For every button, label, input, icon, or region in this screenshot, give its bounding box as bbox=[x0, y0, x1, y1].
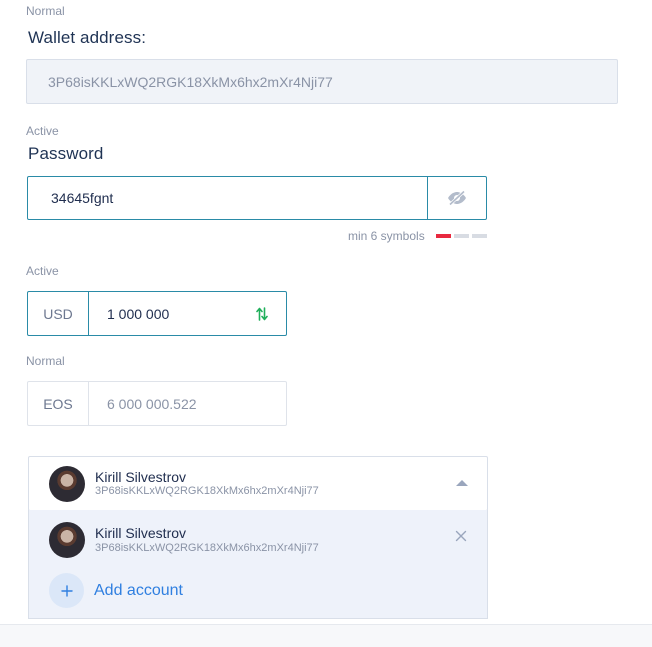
eye-off-icon bbox=[448, 190, 466, 206]
selected-account-name: Kirill Silvestrov bbox=[95, 468, 187, 485]
password-input[interactable] bbox=[28, 177, 427, 219]
usd-amount-value: 1 000 000 bbox=[107, 305, 170, 322]
add-account-button[interactable]: Add account bbox=[49, 573, 183, 608]
account-option-name: Kirill Silvestrov bbox=[95, 525, 187, 541]
password-state-label: Active bbox=[26, 124, 59, 138]
close-icon[interactable] bbox=[455, 530, 467, 542]
eos-amount-value: 6 000 000.522 bbox=[107, 395, 197, 412]
wallet-address-field[interactable]: 3P68isKKLxWQ2RGK18XkMx6hx2mXr4Nji77 bbox=[26, 59, 618, 104]
password-field bbox=[27, 176, 487, 220]
password-label: Password bbox=[28, 144, 104, 163]
usd-state-label: Active bbox=[26, 264, 59, 278]
selected-account-address: 3P68isKKLxWQ2RGK18XkMx6hx2mXr4Nji77 bbox=[95, 485, 319, 498]
add-account-label: Add account bbox=[94, 581, 183, 599]
swap-vertical-icon[interactable] bbox=[256, 306, 268, 321]
account-select[interactable]: Kirill Silvestrov 3P68isKKLxWQ2RGK18XkMx… bbox=[28, 456, 488, 511]
plus-icon bbox=[49, 573, 84, 608]
usd-amount-field[interactable]: USD 1 000 000 bbox=[27, 291, 287, 336]
account-dropdown: Kirill Silvestrov 3P68isKKLxWQ2RGK18XkMx… bbox=[28, 510, 488, 619]
footer-divider bbox=[0, 624, 652, 647]
eos-amount-field[interactable]: EOS 6 000 000.522 bbox=[27, 381, 287, 426]
wallet-state-label: Normal bbox=[26, 4, 65, 18]
strength-segment bbox=[454, 234, 469, 238]
strength-segment bbox=[436, 234, 451, 238]
wallet-address-value: 3P68isKKLxWQ2RGK18XkMx6hx2mXr4Nji77 bbox=[48, 73, 333, 90]
eos-state-label: Normal bbox=[26, 354, 65, 368]
account-option[interactable]: Kirill Silvestrov 3P68isKKLxWQ2RGK18XkMx… bbox=[49, 520, 469, 560]
wallet-address-label: Wallet address: bbox=[28, 28, 147, 47]
avatar bbox=[49, 465, 85, 502]
eos-currency-code: EOS bbox=[28, 382, 89, 425]
chevron-up-icon[interactable] bbox=[455, 478, 469, 488]
usd-currency-code: USD bbox=[28, 292, 89, 335]
account-option-address: 3P68isKKLxWQ2RGK18XkMx6hx2mXr4Nji77 bbox=[95, 541, 319, 554]
toggle-visibility-button[interactable] bbox=[427, 177, 486, 219]
avatar bbox=[49, 522, 85, 558]
strength-segment bbox=[472, 234, 487, 238]
password-hint: min 6 symbols bbox=[348, 229, 425, 243]
password-strength-meter bbox=[436, 234, 487, 238]
